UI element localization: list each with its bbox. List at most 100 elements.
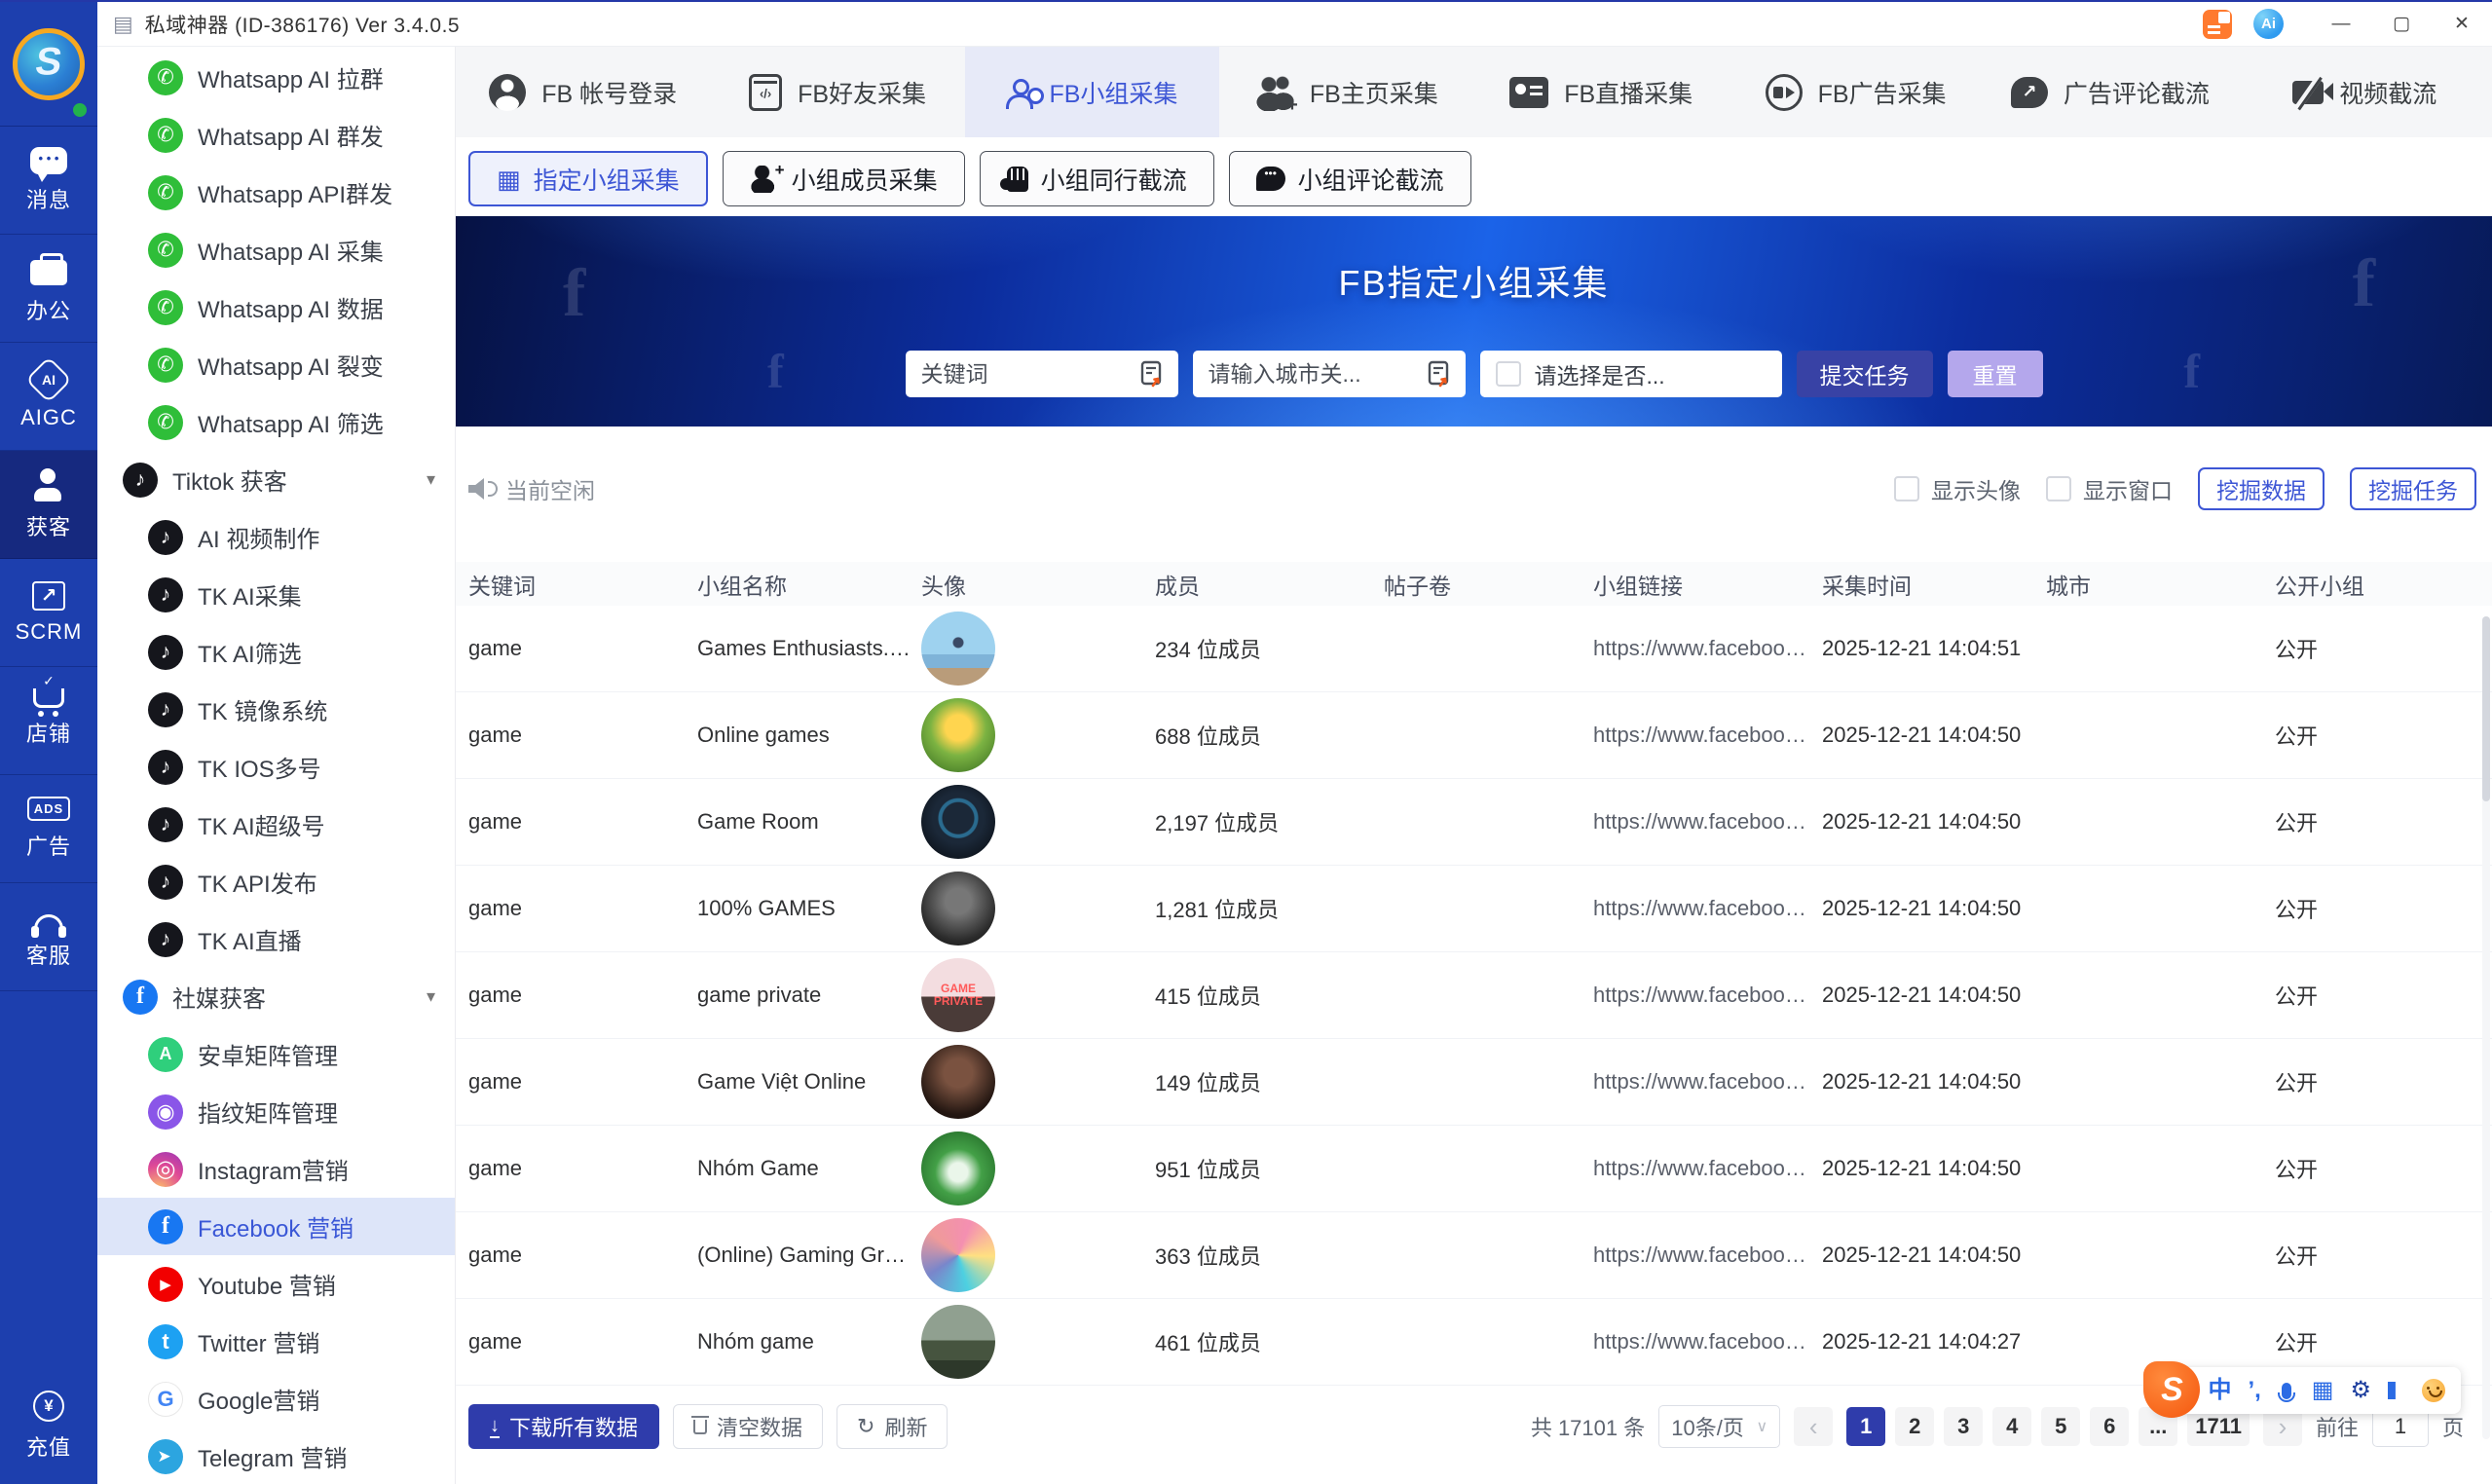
- group-link-cell[interactable]: https://www.facebook.co...: [1593, 636, 1822, 661]
- city-input[interactable]: [1208, 360, 1417, 388]
- table-row[interactable]: game Game Việt Online 149 位成员 https://ww…: [456, 1039, 2492, 1126]
- tab[interactable]: FB小组采集: [964, 47, 1220, 137]
- rail-item[interactable]: SCRM: [0, 559, 97, 667]
- table-row[interactable]: game Nhóm Game 951 位成员 https://www.faceb…: [456, 1126, 2492, 1212]
- sidebar-item[interactable]: TK IOS多号: [97, 738, 455, 796]
- public-select[interactable]: 请选择是否...: [1479, 351, 1782, 397]
- download-all-button[interactable]: ↓ 下载所有数据: [468, 1404, 660, 1449]
- toolbox-grid-icon[interactable]: [2388, 1382, 2396, 1399]
- import-list-icon[interactable]: [1425, 359, 1454, 389]
- page-size-select[interactable]: 10条/页 ∨: [1658, 1405, 1781, 1448]
- chevron-down-icon[interactable]: ▾: [427, 986, 435, 1007]
- page-button[interactable]: 4: [1992, 1407, 2032, 1446]
- table-row[interactable]: game Online games 688 位成员 https://www.fa…: [456, 692, 2492, 779]
- sidebar-item[interactable]: AI 视频制作: [97, 508, 455, 566]
- group-link-cell[interactable]: https://www.facebook.co...: [1593, 983, 1822, 1008]
- sidebar-item[interactable]: TK AI采集: [97, 566, 455, 623]
- emoji-icon[interactable]: [2422, 1379, 2445, 1402]
- prev-page-button[interactable]: ‹: [1794, 1407, 1834, 1446]
- sidebar-item[interactable]: Twitter 营销: [97, 1313, 455, 1370]
- tab[interactable]: FB好友采集: [710, 47, 964, 137]
- tab[interactable]: FB广告采集: [1729, 47, 1983, 137]
- sidebar-item[interactable]: TK AI直播: [97, 910, 455, 968]
- sidebar-item[interactable]: 社媒获客 ▾: [97, 968, 455, 1025]
- show-window-checkbox[interactable]: [2046, 476, 2071, 501]
- sidebar-item[interactable]: Instagram营销: [97, 1140, 455, 1198]
- sidebar-item[interactable]: 安卓矩阵管理: [97, 1025, 455, 1083]
- app-logo[interactable]: [0, 2, 97, 127]
- refresh-button[interactable]: ↻ 刷新: [837, 1404, 948, 1449]
- rail-item[interactable]: 消息: [0, 127, 97, 235]
- import-list-icon[interactable]: [1137, 359, 1167, 389]
- table-row[interactable]: game (Online) Gaming Group 363 位成员 https…: [456, 1212, 2492, 1299]
- rail-item[interactable]: 客服: [0, 883, 97, 991]
- group-link-cell[interactable]: https://www.facebook.co...: [1593, 1243, 1822, 1268]
- group-link-cell[interactable]: https://www.facebook.co...: [1593, 1156, 1822, 1181]
- table-row[interactable]: game game private GAME PRIVATE 415 位成员 h…: [456, 952, 2492, 1039]
- table-scrollbar[interactable]: [2482, 616, 2490, 1439]
- sogou-logo-icon[interactable]: S: [2143, 1361, 2201, 1418]
- tab[interactable]: 广告评论截流: [1983, 47, 2237, 137]
- table-row[interactable]: game Games Enthusiasts.grou... 234 位成员 h…: [456, 606, 2492, 692]
- group-link-cell[interactable]: https://www.facebook.co...: [1593, 1329, 1822, 1354]
- translate-tray-icon[interactable]: [2203, 9, 2232, 39]
- skin-tool-icon[interactable]: ⚙: [2350, 1379, 2371, 1402]
- sidebar-item[interactable]: Whatsapp API群发: [97, 164, 455, 221]
- table-row[interactable]: game 100% GAMES 1,281 位成员 https://www.fa…: [456, 866, 2492, 952]
- mine-task-button[interactable]: 挖掘任务: [2350, 467, 2476, 510]
- rail-item[interactable]: 广告: [0, 775, 97, 883]
- sidebar-item[interactable]: Facebook 营销: [97, 1198, 455, 1255]
- sidebar-item[interactable]: Whatsapp AI 数据: [97, 278, 455, 336]
- clear-data-button[interactable]: 清空数据: [673, 1404, 824, 1449]
- tab[interactable]: 视频截流: [2238, 47, 2492, 137]
- sidebar-item[interactable]: Telegram 营销: [97, 1428, 455, 1484]
- submit-task-button[interactable]: 提交任务: [1796, 351, 1933, 397]
- sidebar-item[interactable]: Tiktok 获客 ▾: [97, 451, 455, 508]
- keyword-input[interactable]: [920, 360, 1130, 388]
- group-link-cell[interactable]: https://www.facebook.co...: [1593, 809, 1822, 835]
- table-row[interactable]: game Game Room 2,197 位成员 https://www.fac…: [456, 779, 2492, 866]
- ai-assistant-tray-icon[interactable]: Ai: [2253, 9, 2284, 39]
- subtab[interactable]: 指定小组采集: [468, 151, 708, 206]
- rail-item-recharge[interactable]: 充值: [0, 1367, 97, 1484]
- microphone-icon[interactable]: [2277, 1382, 2295, 1402]
- page-button[interactable]: 1: [1846, 1407, 1886, 1446]
- sidebar-item[interactable]: Whatsapp AI 筛选: [97, 393, 455, 451]
- page-button[interactable]: 6: [2090, 1407, 2130, 1446]
- sidebar-item[interactable]: Google营销: [97, 1370, 455, 1428]
- page-button[interactable]: 3: [1944, 1407, 1984, 1446]
- tone-icon[interactable]: ’,: [2248, 1379, 2260, 1402]
- rail-item[interactable]: AIGC: [0, 343, 97, 451]
- page-button[interactable]: 5: [2041, 1407, 2081, 1446]
- rail-item[interactable]: 办公: [0, 235, 97, 343]
- subtab[interactable]: 小组同行截流: [979, 151, 1214, 206]
- reset-button[interactable]: 重置: [1947, 351, 2043, 397]
- ime-toolbar[interactable]: S 中 ’, ▦ ⚙: [2143, 1361, 2461, 1418]
- maximize-button[interactable]: ▢: [2371, 2, 2432, 47]
- show-window-toggle[interactable]: 显示窗口: [2046, 472, 2173, 505]
- chevron-down-icon[interactable]: ▾: [427, 469, 435, 490]
- chinese-mode-icon[interactable]: 中: [2208, 1379, 2231, 1402]
- sidebar-item[interactable]: Whatsapp AI 群发: [97, 106, 455, 164]
- close-button[interactable]: ✕: [2432, 2, 2492, 47]
- scrollbar-thumb[interactable]: [2482, 616, 2490, 801]
- sidebar-item[interactable]: TK 镜像系统: [97, 681, 455, 738]
- sidebar-item[interactable]: Whatsapp AI 采集: [97, 221, 455, 278]
- group-link-cell[interactable]: https://www.facebook.co...: [1593, 896, 1822, 921]
- mine-data-button[interactable]: 挖掘数据: [2198, 467, 2325, 510]
- page-button[interactable]: 2: [1895, 1407, 1935, 1446]
- tab[interactable]: FB 帐号登录: [456, 47, 710, 137]
- show-avatar-toggle[interactable]: 显示头像: [1894, 472, 2021, 505]
- keyboard-icon[interactable]: ▦: [2312, 1379, 2334, 1402]
- rail-item[interactable]: 店铺: [0, 667, 97, 775]
- sidebar-item[interactable]: Whatsapp AI 裂变: [97, 336, 455, 393]
- tab[interactable]: FB主页采集: [1219, 47, 1473, 137]
- tab[interactable]: FB直播采集: [1474, 47, 1729, 137]
- sidebar-item[interactable]: TK AI超级号: [97, 796, 455, 853]
- group-link-cell[interactable]: https://www.facebook.co...: [1593, 1069, 1822, 1094]
- group-link-cell[interactable]: https://www.facebook.co...: [1593, 723, 1822, 748]
- sidebar-item[interactable]: Whatsapp AI 拉群: [97, 49, 455, 106]
- sidebar-item[interactable]: 指纹矩阵管理: [97, 1083, 455, 1140]
- subtab[interactable]: 小组成员采集: [722, 151, 965, 206]
- sidebar-item[interactable]: TK API发布: [97, 853, 455, 910]
